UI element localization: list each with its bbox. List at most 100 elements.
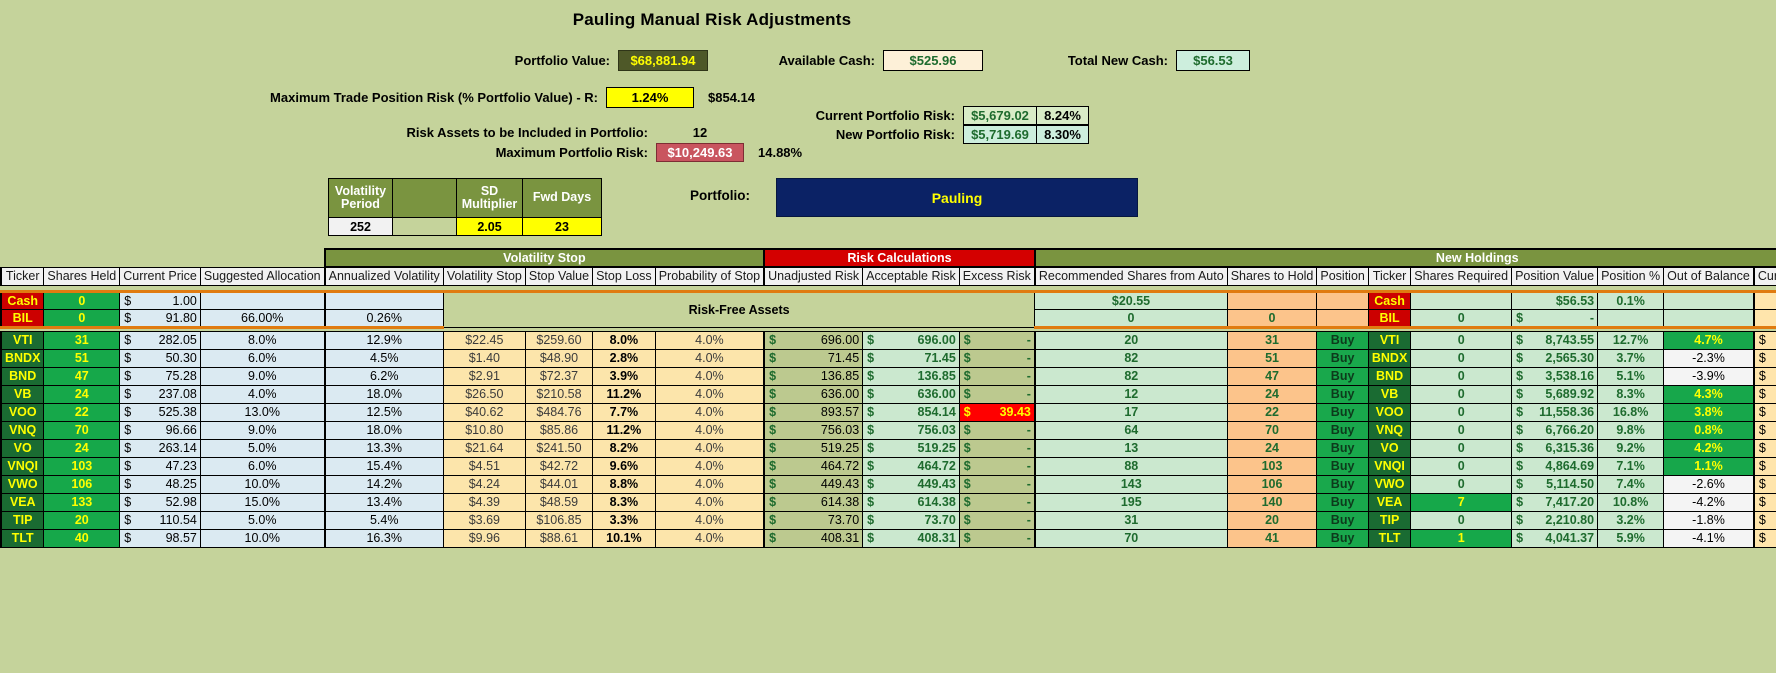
col-recommended-shares: Recommended Shares from Auto xyxy=(1034,266,1228,286)
row-recommended-shares: 20 xyxy=(1034,330,1228,350)
row-shares-held[interactable]: 31 xyxy=(43,330,121,350)
row-volatility-stop: $21.64 xyxy=(442,438,526,458)
row-position-pct: 3.2% xyxy=(1597,510,1665,530)
row-excess-risk: $ - xyxy=(958,492,1036,512)
row-shares-required: 0 xyxy=(1410,456,1513,476)
row-current-price: $48.25 xyxy=(119,474,201,494)
row-suggested-allocation[interactable]: 5.0% xyxy=(199,438,326,458)
row-shares-held[interactable]: 20 xyxy=(43,510,121,530)
row-suggested-allocation[interactable]: 8.0% xyxy=(199,330,326,350)
table-row: VTI 31 $282.05 8.0% 12.9% $22.45 $259.60 8.0% 4.… xyxy=(0,330,1776,350)
col-out-of-balance: Out of Balance xyxy=(1663,266,1755,286)
row-suggested-allocation[interactable]: 6.0% xyxy=(199,456,326,476)
row-suggested-allocation[interactable]: 9.0% xyxy=(199,366,326,386)
row-annualized-volatility: 13.3% xyxy=(324,438,444,458)
cash-shares-to-hold xyxy=(1226,289,1318,310)
row-stop-value: $44.01 xyxy=(524,474,594,494)
row-shares-to-hold[interactable]: 22 xyxy=(1226,402,1318,422)
row-acceptable-risk: $408.31 xyxy=(862,528,960,548)
row-shares-to-hold[interactable]: 106 xyxy=(1226,474,1318,494)
row-shares-to-hold[interactable]: 24 xyxy=(1226,438,1318,458)
row-current-investments: $7,046.34 xyxy=(1753,492,1776,512)
row-excess-risk: $ - xyxy=(958,366,1036,386)
row-unadjusted-risk: $73.70 xyxy=(763,510,864,530)
bil-annualized-vol: 0.26% xyxy=(324,308,444,329)
row-position-value: $5,689.92 xyxy=(1511,384,1599,404)
row-suggested-allocation[interactable]: 4.0% xyxy=(199,384,326,404)
row-shares-to-hold[interactable]: 140 xyxy=(1226,492,1318,512)
row-shares-to-hold[interactable]: 70 xyxy=(1226,420,1318,440)
row-new-ticker: VOO xyxy=(1367,402,1412,422)
portfolio-value-label: Portfolio Value: xyxy=(514,53,610,68)
row-acceptable-risk: $636.00 xyxy=(862,384,960,404)
row-stop-value: $48.59 xyxy=(524,492,594,512)
row-volatility-stop: $2.91 xyxy=(442,366,526,386)
row-shares-held[interactable]: 51 xyxy=(43,348,121,368)
row-suggested-allocation[interactable]: 9.0% xyxy=(199,420,326,440)
table-header-row: Ticker Shares Held Current Price Suggest… xyxy=(0,266,1776,286)
row-stop-value: $241.50 xyxy=(524,438,594,458)
table-row: VO 24 $263.14 5.0% 13.3% $21.64 $241.50 8.2% 4.0… xyxy=(0,438,1776,458)
row-shares-to-hold[interactable]: 47 xyxy=(1226,366,1318,386)
row-shares-to-hold[interactable]: 51 xyxy=(1226,348,1318,368)
row-suggested-allocation[interactable]: 10.0% xyxy=(199,474,326,494)
fwd-days-value[interactable]: 23 xyxy=(523,218,601,235)
bil-shares-to-hold: 0 xyxy=(1226,308,1318,329)
row-shares-held[interactable]: 47 xyxy=(43,366,121,386)
row-recommended-shares: 143 xyxy=(1034,474,1228,494)
sd-multiplier-value[interactable]: 2.05 xyxy=(457,218,523,235)
row-shares-held[interactable]: 103 xyxy=(43,456,121,476)
row-suggested-allocation[interactable]: 6.0% xyxy=(199,348,326,368)
row-shares-held[interactable]: 24 xyxy=(43,438,121,458)
table-row: BNDX 51 $50.30 6.0% 4.5% $1.40 $48.90 2.8% 4.0% $… xyxy=(0,348,1776,368)
row-probability-of-stop: 4.0% xyxy=(654,402,766,422)
row-shares-to-hold[interactable]: 20 xyxy=(1226,510,1318,530)
row-shares-required: 0 xyxy=(1410,384,1513,404)
row-shares-held[interactable]: 40 xyxy=(43,528,121,548)
row-ticker: VWO xyxy=(0,474,45,494)
bil-ticker: BIL xyxy=(0,308,45,329)
row-probability-of-stop: 4.0% xyxy=(654,492,766,512)
row-shares-to-hold[interactable]: 24 xyxy=(1226,384,1318,404)
table-row: Cash 0 $1.00 Risk-Free Assets $20.55 Cas… xyxy=(0,289,1776,328)
row-shares-to-hold[interactable]: 103 xyxy=(1226,456,1318,476)
row-annualized-volatility: 6.2% xyxy=(324,366,444,386)
col-current-investments: Current Investments xyxy=(1753,266,1776,286)
row-recommended-shares: 88 xyxy=(1034,456,1228,476)
row-suggested-allocation[interactable]: 10.0% xyxy=(199,528,326,548)
bil-shares-held: 0 xyxy=(43,308,121,329)
cash-position-pct: 0.1% xyxy=(1597,289,1665,310)
row-unadjusted-risk: $449.43 xyxy=(763,474,864,494)
row-suggested-allocation[interactable]: 13.0% xyxy=(199,402,326,422)
row-unadjusted-risk: $71.45 xyxy=(763,348,864,368)
row-position: Buy xyxy=(1316,384,1369,404)
row-shares-held[interactable]: 133 xyxy=(43,492,121,512)
volatility-period-value[interactable]: 252 xyxy=(329,218,393,235)
row-current-investments: $6,315.36 xyxy=(1753,438,1776,458)
row-new-ticker: VO xyxy=(1367,438,1412,458)
row-shares-held[interactable]: 24 xyxy=(43,384,121,404)
row-shares-held[interactable]: 22 xyxy=(43,402,121,422)
cash-recommended: $20.55 xyxy=(1034,289,1228,310)
row-shares-held[interactable]: 106 xyxy=(43,474,121,494)
portfolio-name-value[interactable]: Pauling xyxy=(776,178,1138,217)
row-current-investments: $5,114.50 xyxy=(1753,474,1776,494)
row-position: Buy xyxy=(1316,456,1369,476)
bil-out-of-balance xyxy=(1663,308,1755,329)
row-suggested-allocation[interactable]: 5.0% xyxy=(199,510,326,530)
band-new-holdings: New Holdings xyxy=(1033,248,1776,268)
row-shares-required: 0 xyxy=(1410,438,1513,458)
volatility-parameters-table: Volatility Period SD Multiplier Fwd Days… xyxy=(328,178,602,236)
row-stop-value: $88.61 xyxy=(524,528,594,548)
row-shares-to-hold[interactable]: 41 xyxy=(1226,528,1318,548)
row-probability-of-stop: 4.0% xyxy=(654,420,766,440)
max-trade-risk-input[interactable]: 1.24% xyxy=(606,87,694,108)
row-acceptable-risk: $854.14 xyxy=(862,402,960,422)
table-row: VWO 106 $48.25 10.0% 14.2% $4.24 $44.01 8.8% 4.0… xyxy=(0,474,1776,494)
max-trade-risk-amount: $854.14 xyxy=(708,90,755,105)
row-shares-held[interactable]: 70 xyxy=(43,420,121,440)
row-shares-to-hold[interactable]: 31 xyxy=(1226,330,1318,350)
row-position-value: $7,417.20 xyxy=(1511,492,1599,512)
row-suggested-allocation[interactable]: 15.0% xyxy=(199,492,326,512)
bil-position-value-text: - xyxy=(1589,310,1595,325)
